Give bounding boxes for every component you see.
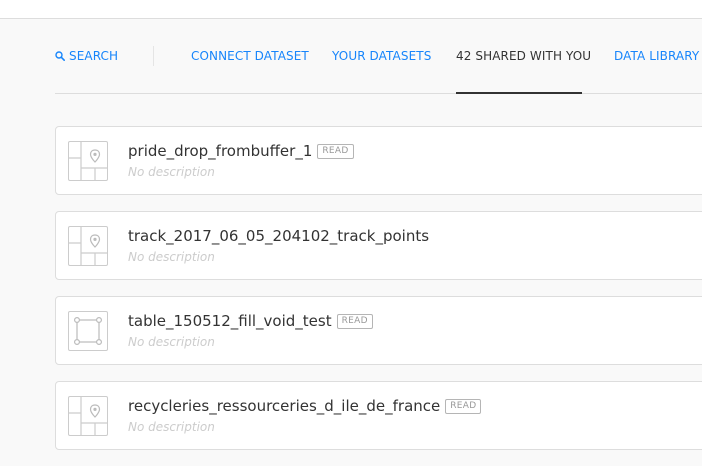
dataset-name[interactable]: recycleries_ressourceries_d_ile_de_franc… [128, 397, 440, 415]
dataset-title-line: track_2017_06_05_204102_track_points [128, 226, 429, 246]
point-map-icon [68, 141, 108, 181]
top-bar [0, 0, 702, 19]
dataset-list: pride_drop_frombuffer_1 READ No descript… [55, 126, 702, 466]
dataset-title-line: pride_drop_frombuffer_1 READ [128, 141, 354, 161]
search-label: SEARCH [69, 49, 119, 63]
search-button[interactable]: SEARCH [55, 49, 118, 63]
dataset-description: No description [128, 420, 215, 434]
data-library-tab[interactable]: DATA LIBRARY [614, 49, 699, 63]
dataset-row[interactable]: recycleries_ressourceries_d_ile_de_franc… [55, 381, 702, 450]
permission-badge: READ [317, 143, 354, 159]
permission-badge: READ [445, 398, 482, 414]
active-tab-indicator [456, 92, 582, 94]
dataset-description: No description [128, 250, 215, 264]
dataset-row[interactable]: track_2017_06_05_204102_track_points No … [55, 211, 702, 280]
dataset-description: No description [128, 335, 215, 349]
dataset-name[interactable]: pride_drop_frombuffer_1 [128, 142, 312, 160]
connect-dataset-link[interactable]: CONNECT DATASET [191, 49, 309, 63]
datasets-nav: SEARCH CONNECT DATASET YOUR DATASETS 42 … [55, 19, 702, 94]
shared-with-you-tab[interactable]: 42 SHARED WITH YOU [456, 49, 591, 63]
dataset-title-line: recycleries_ressourceries_d_ile_de_franc… [128, 396, 482, 416]
dataset-row[interactable]: pride_drop_frombuffer_1 READ No descript… [55, 126, 702, 195]
point-map-icon [68, 396, 108, 436]
dataset-row[interactable]: table_150512_fill_void_test READ No desc… [55, 296, 702, 365]
permission-badge: READ [336, 313, 373, 329]
dataset-name[interactable]: track_2017_06_05_204102_track_points [128, 227, 429, 245]
search-icon [55, 51, 65, 61]
your-datasets-tab[interactable]: YOUR DATASETS [332, 49, 431, 63]
nav-divider [153, 46, 154, 66]
dataset-description: No description [128, 165, 215, 179]
dataset-name[interactable]: table_150512_fill_void_test [128, 312, 332, 330]
point-map-icon [68, 226, 108, 266]
dataset-title-line: table_150512_fill_void_test READ [128, 311, 373, 331]
polygon-icon [68, 311, 108, 351]
